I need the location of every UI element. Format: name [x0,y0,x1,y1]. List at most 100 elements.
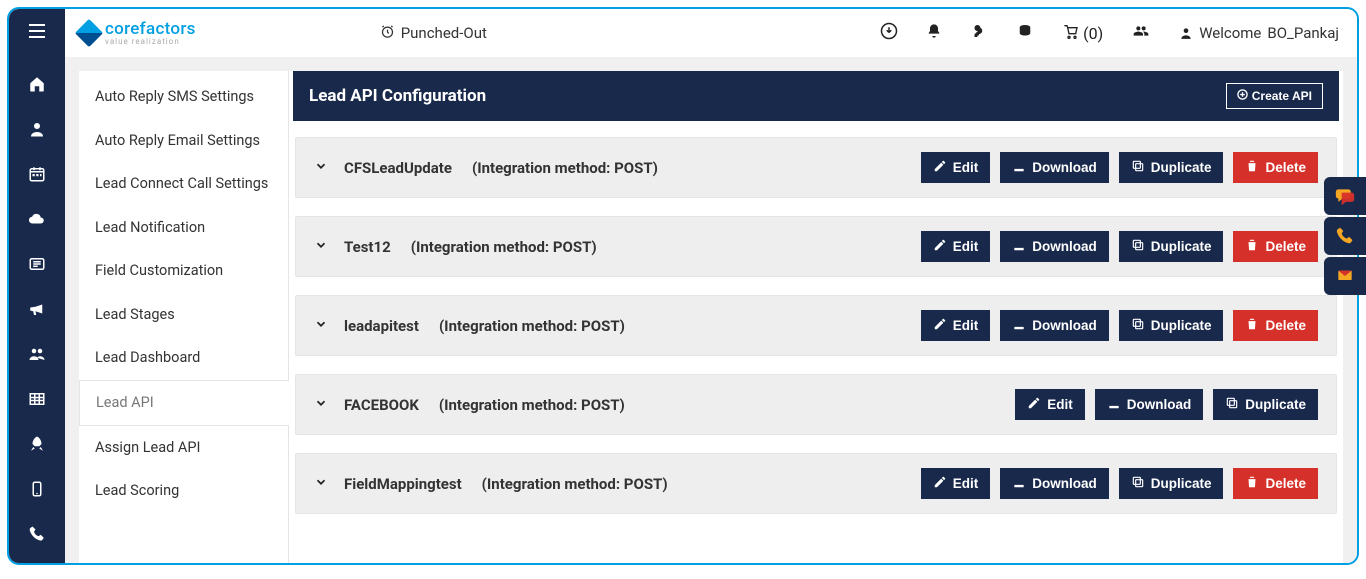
bullhorn-icon[interactable] [25,300,49,323]
api-actions: Edit Download Duplicate Delete [921,231,1318,262]
rocket-icon[interactable] [25,435,49,458]
download-button[interactable]: Download [1000,310,1109,341]
table-icon[interactable] [25,390,49,413]
delete-button[interactable]: Delete [1233,310,1318,341]
expand-toggle[interactable] [314,238,328,256]
brand-logo[interactable]: corefactors value realization [65,21,210,46]
news-icon[interactable] [25,255,49,278]
duplicate-icon [1131,238,1145,255]
download-circle-icon[interactable] [880,22,898,44]
phone-icon[interactable] [25,525,49,548]
chevron-down-icon [314,475,328,489]
duplicate-button[interactable]: Duplicate [1119,310,1224,341]
expand-toggle[interactable] [314,159,328,177]
float-chat[interactable] [1324,177,1366,215]
duplicate-button[interactable]: Duplicate [1119,152,1224,183]
delete-label: Delete [1265,476,1306,491]
duplicate-icon [1131,475,1145,492]
sidemenu-item-2[interactable]: Lead Connect Call Settings [79,162,288,206]
expand-toggle[interactable] [314,317,328,335]
cart-link[interactable]: (0) [1062,24,1103,43]
download-button[interactable]: Download [1000,152,1109,183]
edit-label: Edit [953,160,979,175]
edit-button[interactable]: Edit [921,468,991,499]
group-icon[interactable] [25,345,49,368]
bell-icon[interactable] [926,22,942,44]
duplicate-button[interactable]: Duplicate [1119,231,1224,262]
edit-button[interactable]: Edit [1015,389,1085,420]
edit-button[interactable]: Edit [921,310,991,341]
home-icon[interactable] [25,75,49,98]
download-icon [1012,475,1026,492]
float-call[interactable] [1324,217,1366,255]
main-area: Lead API Configuration Create API CFSLea… [289,71,1343,563]
cloud-icon[interactable] [25,210,49,233]
phone-handset-icon [1335,226,1355,246]
api-card-2: leadapitest(Integration method: POST)Edi… [295,295,1337,356]
api-actions: Edit Download Duplicate Delete [921,468,1318,499]
sidemenu-item-8[interactable]: Assign Lead API [79,426,288,470]
chevron-down-icon [314,317,328,331]
sidemenu-item-0[interactable]: Auto Reply SMS Settings [79,75,288,119]
delete-button[interactable]: Delete [1233,468,1318,499]
float-mail[interactable] [1324,257,1366,295]
user-icon[interactable] [25,120,49,143]
delete-button[interactable]: Delete [1233,231,1318,262]
sidemenu-item-6[interactable]: Lead Dashboard [79,336,288,380]
nav-rail [9,57,65,563]
download-label: Download [1032,239,1097,254]
menu-toggle[interactable] [9,9,65,57]
calendar-icon[interactable] [25,165,49,188]
delete-button[interactable]: Delete [1233,152,1318,183]
sidemenu-item-7[interactable]: Lead API [79,380,289,426]
download-button[interactable]: Download [1095,389,1204,420]
api-card-3: FACEBOOK(Integration method: POST)EditDo… [295,374,1337,435]
welcome-link[interactable]: Welcome BO_Pankaj [1179,24,1339,42]
download-button[interactable]: Download [1000,468,1109,499]
delete-label: Delete [1265,318,1306,333]
chat-bubble-icon [1334,186,1356,206]
coins-icon[interactable] [1016,22,1034,44]
api-card-header: CFSLeadUpdate(Integration method: POST)E… [296,138,1336,197]
delete-icon [1245,238,1259,255]
chevron-down-icon [314,159,328,173]
download-button[interactable]: Download [1000,231,1109,262]
api-card-header: FACEBOOK(Integration method: POST)EditDo… [296,375,1336,434]
download-label: Download [1127,397,1192,412]
edit-label: Edit [953,476,979,491]
punch-label: Punched-Out [401,24,487,42]
api-actions: Edit Download Duplicate Delete [921,310,1318,341]
expand-toggle[interactable] [314,396,328,414]
duplicate-button[interactable]: Duplicate [1213,389,1318,420]
sidemenu-item-9[interactable]: Lead Scoring [79,469,288,513]
welcome-prefix: Welcome [1199,24,1261,42]
brand-mark-icon [75,19,103,47]
edit-button[interactable]: Edit [921,152,991,183]
api-actions: Edit Download Duplicate Delete [921,152,1318,183]
duplicate-icon [1131,159,1145,176]
cart-icon [1062,25,1080,41]
download-icon [1012,238,1026,255]
download-icon [1012,159,1026,176]
people-icon[interactable] [1131,23,1151,43]
sidemenu-item-5[interactable]: Lead Stages [79,293,288,337]
api-card-header: Test12(Integration method: POST)EditDown… [296,217,1336,276]
expand-toggle[interactable] [314,475,328,493]
key-icon[interactable] [970,22,988,44]
sidemenu-item-1[interactable]: Auto Reply Email Settings [79,119,288,163]
download-label: Download [1032,160,1097,175]
avatar-icon [1179,26,1193,40]
create-api-button[interactable]: Create API [1226,83,1323,109]
edit-icon [933,475,947,492]
sidemenu-item-3[interactable]: Lead Notification [79,206,288,250]
duplicate-label: Duplicate [1151,239,1212,254]
settings-sidemenu: Auto Reply SMS SettingsAuto Reply Email … [79,71,289,563]
mobile-icon[interactable] [25,480,49,503]
duplicate-icon [1225,396,1239,413]
sidemenu-item-4[interactable]: Field Customization [79,249,288,293]
clock-icon [380,24,395,43]
duplicate-button[interactable]: Duplicate [1119,468,1224,499]
edit-button[interactable]: Edit [921,231,991,262]
api-name: CFSLeadUpdate [344,159,452,177]
punch-status[interactable]: Punched-Out [380,24,487,43]
